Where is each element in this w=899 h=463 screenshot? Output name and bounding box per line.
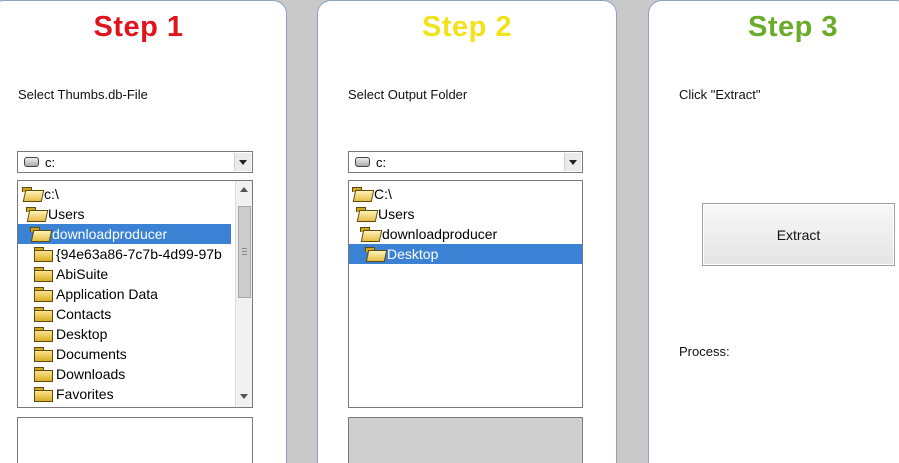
step2-output-box (348, 417, 583, 463)
tree-item-label: Favorites (56, 386, 114, 402)
tree-item-label: Desktop (56, 326, 108, 342)
tree-item-label: Desktop (387, 246, 439, 262)
step2-folder-tree[interactable]: C:\ Users downloadproducer Desktop (348, 180, 583, 408)
open-folder-icon (26, 207, 45, 221)
tree-item[interactable]: downloadproducer (18, 224, 231, 244)
tree-item-label: Application Data (56, 286, 158, 302)
tree-item-label: C:\ (374, 186, 392, 202)
step1-tree-scrollbar[interactable] (235, 181, 252, 407)
step2-drive-select[interactable]: c: (348, 151, 583, 173)
tree-item[interactable]: downloadproducer (349, 224, 582, 244)
step1-panel: Step 1 Select Thumbs.db-File c: c:\ Users… (0, 0, 287, 463)
tree-item-label: Users (48, 206, 85, 222)
tree-item-label: c:\ (44, 186, 59, 202)
folder-icon (34, 327, 53, 342)
open-folder-icon (365, 247, 384, 261)
tree-item[interactable]: Users (18, 204, 235, 224)
tree-item-label: Contacts (56, 306, 112, 322)
folder-icon (34, 247, 53, 262)
step1-file-tree[interactable]: c:\ Users downloadproducer {94e63a86-7c7b-4… (17, 180, 253, 408)
open-folder-icon (356, 207, 375, 221)
tree-item-label: Downloads (56, 366, 126, 382)
tree-item[interactable]: C:\ (349, 184, 582, 204)
tree-item[interactable]: AbiSuite (18, 264, 235, 284)
step3-instruction: Click "Extract" (679, 87, 761, 102)
drive-icon (355, 157, 370, 167)
open-folder-icon (360, 227, 379, 241)
tree-item[interactable]: Documents (18, 344, 235, 364)
scrollbar-thumb[interactable] (238, 206, 251, 298)
tree-item-label: downloadproducer (52, 226, 168, 242)
step2-drive-value: c: (376, 155, 387, 170)
folder-icon (34, 347, 53, 362)
step3-panel: Step 3 Click "Extract" Extract Process: (648, 0, 899, 463)
tree-item-label: AbiSuite (56, 266, 109, 282)
step2-panel: Step 2 Select Output Folder c: C:\ Users d… (317, 0, 617, 463)
tree-item[interactable]: Application Data (18, 284, 235, 304)
tree-item[interactable]: Desktop (349, 244, 582, 264)
folder-icon (34, 307, 53, 322)
tree-item[interactable]: Favorites (18, 384, 235, 404)
tree-item-label: {94e63a86-7c7b-4d99-97b (56, 246, 222, 262)
drive-icon (24, 157, 39, 167)
chevron-down-icon[interactable] (234, 153, 251, 171)
step1-file-list[interactable] (17, 417, 253, 463)
folder-icon (34, 267, 53, 282)
tree-item[interactable]: Contacts (18, 304, 235, 324)
tree-item-label: Documents (56, 346, 127, 362)
scroll-down-icon[interactable] (240, 394, 248, 399)
chevron-down-icon[interactable] (564, 153, 581, 171)
folder-icon (34, 287, 53, 302)
open-folder-icon (22, 187, 41, 201)
scroll-up-icon[interactable] (240, 187, 248, 192)
step1-drive-value: c: (45, 155, 56, 170)
tree-item[interactable]: Users (349, 204, 582, 224)
folder-icon (34, 367, 53, 382)
tree-item-label: Users (378, 206, 415, 222)
open-folder-icon (30, 227, 49, 241)
process-label: Process: (679, 344, 730, 359)
tree-item[interactable]: Desktop (18, 324, 235, 344)
step2-title: Step 2 (421, 11, 513, 43)
tree-item[interactable]: c:\ (18, 184, 235, 204)
folder-icon (34, 387, 53, 402)
open-folder-icon (352, 187, 371, 201)
step1-title: Step 1 (93, 11, 184, 43)
tree-item[interactable]: Downloads (18, 364, 235, 384)
tree-item[interactable]: {94e63a86-7c7b-4d99-97b (18, 244, 235, 264)
extract-button[interactable]: Extract (702, 203, 895, 266)
step1-drive-select[interactable]: c: (17, 151, 253, 173)
tree-item-label: downloadproducer (382, 226, 498, 242)
step2-instruction: Select Output Folder (348, 87, 468, 102)
step1-instruction: Select Thumbs.db-File (18, 87, 148, 102)
step3-title: Step 3 (747, 11, 839, 43)
